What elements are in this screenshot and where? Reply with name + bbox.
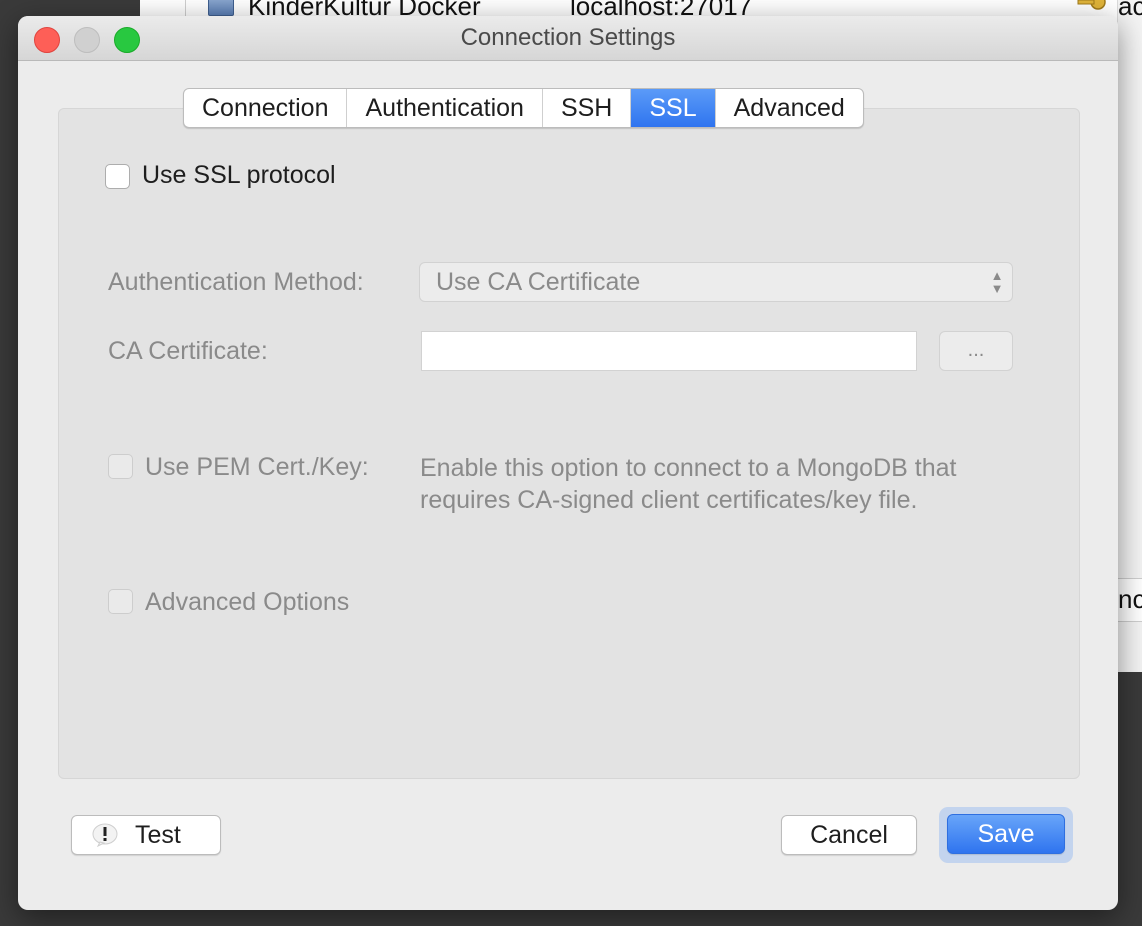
background-side-panel — [1117, 0, 1142, 672]
select-arrows-icon: ▲ ▼ — [990, 268, 1004, 296]
settings-tab-bar: Connection Authentication SSH SSL Advanc… — [183, 88, 864, 128]
key-icon — [1077, 0, 1106, 10]
use-pem-hint: Enable this option to connect to a Mongo… — [420, 452, 1040, 516]
tab-advanced[interactable]: Advanced — [716, 89, 863, 127]
auth-method-label: Authentication Method: — [108, 268, 364, 296]
ca-certificate-input[interactable] — [421, 331, 917, 371]
ssl-tab-panel — [58, 108, 1080, 779]
connection-icon — [208, 0, 234, 16]
advanced-options-checkbox[interactable] — [108, 589, 133, 614]
dialog-title: Connection Settings — [460, 24, 676, 51]
ca-certificate-label: CA Certificate: — [108, 337, 268, 365]
connection-settings-dialog: Connection Settings Connection Authentic… — [18, 16, 1118, 910]
title-bar: Connection Settings — [18, 16, 1118, 61]
cancel-button[interactable]: Cancel — [781, 815, 917, 855]
advanced-options-label[interactable]: Advanced Options — [145, 588, 349, 617]
test-button-label: Test — [135, 821, 181, 849]
save-button[interactable]: Save — [947, 814, 1065, 854]
use-pem-checkbox[interactable] — [108, 454, 133, 479]
tab-authentication[interactable]: Authentication — [347, 89, 543, 127]
tab-connection[interactable]: Connection — [184, 89, 348, 127]
background-side-fragment: nc — [1118, 584, 1142, 614]
browse-ca-certificate-button[interactable]: ... — [939, 331, 1013, 371]
use-ssl-checkbox[interactable] — [105, 164, 130, 189]
warning-icon — [92, 823, 118, 847]
auth-method-value: Use CA Certificate — [436, 268, 641, 296]
use-pem-hint-line2: requires CA-signed client certificates/k… — [420, 486, 918, 514]
test-button[interactable]: Test — [71, 815, 221, 855]
tab-ssh[interactable]: SSH — [543, 89, 632, 127]
auth-method-select[interactable]: Use CA Certificate ▲ ▼ — [419, 262, 1013, 302]
use-ssl-label[interactable]: Use SSL protocol — [142, 161, 336, 190]
use-pem-label[interactable]: Use PEM Cert./Key: — [145, 453, 369, 482]
use-pem-hint-line1: Enable this option to connect to a Mongo… — [420, 454, 957, 482]
tab-ssl[interactable]: SSL — [631, 89, 716, 127]
background-row-fragment: ac — [1118, 0, 1142, 21]
